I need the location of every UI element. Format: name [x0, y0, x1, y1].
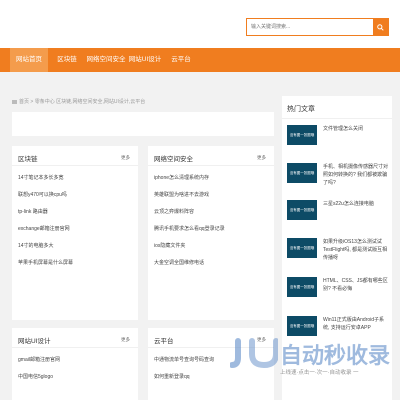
nav-item-home[interactable]: 网站首页 — [10, 48, 48, 72]
hot-article[interactable]: 没有图一张图哦 手机、相机摄像传感器尺寸对照如何转换的? 我们都被欺骗了吗? — [287, 163, 391, 197]
section-security: 网络空间安全 更多 iphone怎么清理系统内存 英雄联盟为啥进不去游戏 云顶之… — [148, 146, 274, 320]
nav-item-cloud[interactable]: 云平台 — [166, 48, 196, 72]
list-item[interactable]: 中通物流单号查询号码查询 — [154, 352, 214, 369]
thumbnail[interactable]: 没有图一张图哦 — [287, 316, 317, 336]
nav-item-ui-design[interactable]: 网站UI设计 — [128, 48, 162, 72]
section-title: 网站UI设计 — [18, 338, 51, 345]
section-blockchain: 区块链 更多 14寸笔记本多长多宽 联想y470可以换cpu吗 tp-link … — [12, 146, 138, 320]
list-item[interactable]: 14寸的电脑多大 — [18, 238, 73, 255]
hot-article[interactable]: 没有图一张图哦 三星s22u怎么连接电脑 — [287, 200, 391, 234]
divider — [12, 165, 138, 166]
search-input[interactable] — [247, 19, 373, 35]
nav-item-blockchain[interactable]: 区块链 — [52, 48, 82, 72]
search-box — [246, 18, 389, 36]
article-list: 中通物流单号查询号码查询 如何重新登录qq — [154, 352, 214, 386]
home-icon — [12, 99, 17, 104]
article-list: gmail邮箱注册官网 中国电信5glogo — [18, 352, 60, 386]
watermark-subtext: 上线速·点击一·次一·自动收录 一 — [280, 370, 359, 376]
section-ui-design: 网站UI设计 更多 gmail邮箱注册官网 中国电信5glogo — [12, 328, 138, 400]
list-item[interactable]: 如何重新登录qq — [154, 369, 214, 386]
hot-article[interactable]: 没有图一张图哦 文件管理怎么关闭 — [287, 125, 391, 159]
divider — [148, 165, 274, 166]
list-item[interactable]: 云顶之弈爆料阵容 — [154, 204, 225, 221]
more-link[interactable]: 更多 — [121, 155, 130, 161]
thumbnail[interactable]: 没有图一张图哦 — [287, 163, 317, 183]
hot-article-title[interactable]: 文件管理怎么关闭 — [323, 125, 389, 133]
header — [0, 0, 400, 48]
list-item[interactable]: 苹果手机屏幕是什么屏幕 — [18, 255, 73, 272]
thumbnail[interactable]: 没有图一张图哦 — [287, 200, 317, 220]
search-icon — [377, 23, 384, 31]
list-item[interactable]: exchange邮箱注册官网 — [18, 221, 73, 238]
article-list: 14寸笔记本多长多宽 联想y470可以换cpu吗 tp-link 路由器 exc… — [18, 170, 73, 272]
list-item[interactable]: ios隐藏文件夹 — [154, 238, 225, 255]
hot-article-title[interactable]: Win11正式版由Android子系统, 支持运行安卓APP — [323, 316, 389, 332]
thumbnail[interactable]: 没有图一张图哦 — [287, 238, 317, 258]
more-link[interactable]: 更多 — [257, 155, 266, 161]
list-item[interactable]: 14寸笔记本多长多宽 — [18, 170, 73, 187]
thumbnail[interactable]: 没有图一张图哦 — [287, 125, 317, 145]
list-item[interactable]: 英雄联盟为啥进不去游戏 — [154, 187, 225, 204]
list-item[interactable]: 大金空调全国维修电话 — [154, 255, 225, 272]
breadcrumb: 首页 > 零条中心 区块链,网络空间安全,网站UI设计,云平台 — [12, 98, 145, 105]
section-title: 云平台 — [154, 338, 174, 345]
watermark-text: 自动秒收录 — [280, 344, 391, 369]
thumbnail[interactable]: 没有图一张图哦 — [287, 277, 317, 297]
list-item[interactable]: tp-link 路由器 — [18, 204, 73, 221]
list-item[interactable]: iphone怎么清理系统内存 — [154, 170, 225, 187]
article-list: iphone怎么清理系统内存 英雄联盟为啥进不去游戏 云顶之弈爆料阵容 腾讯手机… — [154, 170, 225, 272]
sidebar-title: 热门文章 — [287, 106, 315, 113]
hot-article-title[interactable]: 三星s22u怎么连接电脑 — [323, 200, 389, 208]
watermark: 自动秒收录 上线速·点击一·次一·自动收录 一 — [228, 338, 396, 386]
section-title: 网络空间安全 — [154, 156, 193, 163]
hot-article[interactable]: 没有图一张图哦 如果升级iOS13怎么测试试TestFlight吗, 都是测试版… — [287, 238, 391, 272]
list-item[interactable]: 中国电信5glogo — [18, 369, 60, 386]
list-item[interactable]: 联想y470可以换cpu吗 — [18, 187, 73, 204]
more-link[interactable]: 更多 — [121, 337, 130, 343]
section-title: 区块链 — [18, 156, 38, 163]
nav-item-security[interactable]: 网络空间安全 — [84, 48, 128, 72]
watermark-logo-icon — [230, 338, 278, 368]
hot-article-title[interactable]: 如果升级iOS13怎么测试试TestFlight吗, 都是测试版互相传播呀 — [323, 238, 389, 262]
hot-article[interactable]: 没有图一张图哦 HTML、CSS、JS都有哪些区别? 不看必悔 — [287, 277, 391, 311]
breadcrumb-text[interactable]: 首页 > 零条中心 区块链,网络空间安全,网站UI设计,云平台 — [19, 99, 145, 105]
divider — [282, 118, 392, 119]
hot-article-title[interactable]: 手机、相机摄像传感器尺寸对照如何转换的? 我们都被欺骗了吗? — [323, 163, 389, 187]
divider — [12, 347, 138, 348]
hot-article-title[interactable]: HTML、CSS、JS都有哪些区别? 不看必悔 — [323, 277, 389, 293]
top-panel — [12, 112, 274, 136]
list-item[interactable]: gmail邮箱注册官网 — [18, 352, 60, 369]
main-nav: 网站首页 区块链 网络空间安全 网站UI设计 云平台 — [0, 48, 400, 72]
search-button[interactable] — [373, 19, 388, 35]
list-item[interactable]: 腾讯手机要求怎么看qq登录记录 — [154, 221, 225, 238]
